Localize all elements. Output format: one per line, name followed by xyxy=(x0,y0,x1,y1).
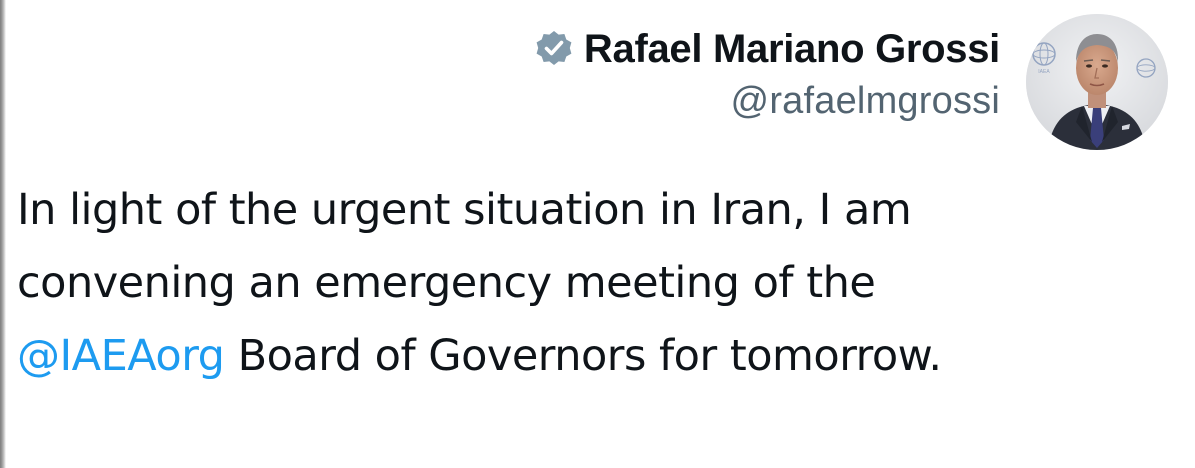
mention-link-iaeaorg[interactable]: @IAEAorg xyxy=(17,331,225,381)
tweet-text: In light of the urgent situation in Iran… xyxy=(17,174,1177,393)
tweet-header: Rafael Mariano Grossi @rafaelmgrossi xyxy=(534,24,1000,123)
verified-badge-icon xyxy=(534,29,574,69)
window-left-edge xyxy=(0,0,6,468)
author-handle[interactable]: @rafaelmgrossi xyxy=(534,80,1000,123)
svg-text:IAEA: IAEA xyxy=(1038,69,1050,75)
tweet-text-line-1: In light of the urgent situation in Iran… xyxy=(17,185,912,235)
tweet-text-line-2: convening an emergency meeting of the xyxy=(17,258,876,308)
tweet-text-line-3-rest: Board of Governors for tomorrow. xyxy=(224,331,942,381)
avatar[interactable]: IAEA xyxy=(1026,14,1168,150)
tweet-text-line-3: @IAEAorg Board of Governors for tomorrow… xyxy=(17,320,1177,393)
author-name-row: Rafael Mariano Grossi xyxy=(534,24,1000,74)
author-display-name[interactable]: Rafael Mariano Grossi xyxy=(584,27,1000,72)
